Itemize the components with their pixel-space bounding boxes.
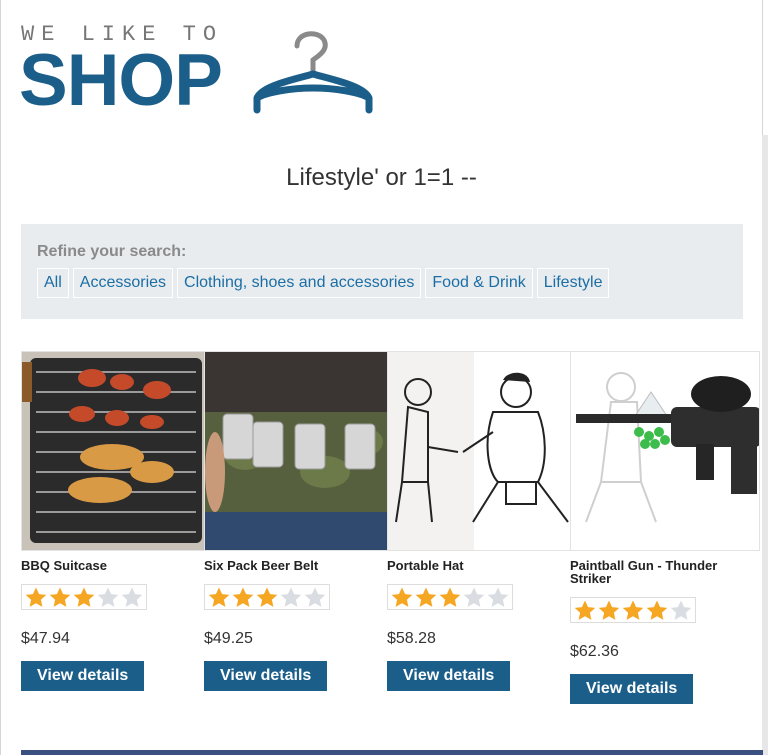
rating-stars xyxy=(204,584,330,610)
product-price: $49.25 xyxy=(204,630,253,647)
filter-lifestyle[interactable]: Lifestyle xyxy=(536,268,610,298)
product-image[interactable] xyxy=(204,351,388,551)
product-name[interactable]: Paintball Gun - Thunder Striker xyxy=(570,559,760,585)
star-filled-icon xyxy=(646,600,668,620)
star-filled-icon xyxy=(598,600,620,620)
view-details-button[interactable]: View details xyxy=(21,661,145,691)
product-image[interactable] xyxy=(387,351,571,551)
view-details-button[interactable]: View details xyxy=(204,661,328,691)
star-empty-icon xyxy=(304,587,326,607)
star-filled-icon xyxy=(415,587,437,607)
product-name[interactable]: Portable Hat xyxy=(387,559,571,572)
star-empty-icon xyxy=(463,587,485,607)
filter-all[interactable]: All xyxy=(37,268,69,298)
rating-stars xyxy=(387,584,513,610)
star-filled-icon xyxy=(208,587,230,607)
filter-food-drink[interactable]: Food & Drink xyxy=(425,268,533,298)
star-filled-icon xyxy=(232,587,254,607)
product-price: $58.28 xyxy=(387,630,436,647)
product-image[interactable] xyxy=(570,351,760,551)
product-name[interactable]: Six Pack Beer Belt xyxy=(204,559,388,572)
view-details-button[interactable]: View details xyxy=(387,661,511,691)
star-filled-icon xyxy=(391,587,413,607)
star-filled-icon xyxy=(25,587,47,607)
product-card: BBQ Suitcase $47.94 View details xyxy=(21,351,205,691)
star-filled-icon xyxy=(622,600,644,620)
star-empty-icon xyxy=(670,600,692,620)
product-price: $62.36 xyxy=(570,643,619,660)
star-empty-icon xyxy=(280,587,302,607)
hanger-icon xyxy=(253,31,373,114)
star-empty-icon xyxy=(121,587,143,607)
scrollbar[interactable] xyxy=(762,135,768,755)
star-filled-icon xyxy=(256,587,278,607)
logo-wordmark[interactable]: SHOP xyxy=(19,44,223,117)
rating-stars xyxy=(21,584,147,610)
star-filled-icon xyxy=(73,587,95,607)
star-filled-icon xyxy=(574,600,596,620)
refine-panel: Refine your search: All Accessories Clot… xyxy=(21,224,743,319)
star-filled-icon xyxy=(49,587,71,607)
next-row-preview xyxy=(21,750,763,755)
filter-clothing[interactable]: Clothing, shoes and accessories xyxy=(177,268,422,298)
refine-label: Refine your search: xyxy=(37,243,187,260)
star-empty-icon xyxy=(487,587,509,607)
filter-accessories[interactable]: Accessories xyxy=(72,268,174,298)
star-empty-icon xyxy=(97,587,119,607)
filter-list: All Accessories Clothing, shoes and acce… xyxy=(37,268,610,298)
product-card: Portable Hat $58.28 View details xyxy=(387,351,571,691)
view-details-button[interactable]: View details xyxy=(570,674,694,704)
product-card: Six Pack Beer Belt $49.25 View details xyxy=(204,351,388,691)
star-filled-icon xyxy=(439,587,461,607)
rating-stars xyxy=(570,597,696,623)
search-title: Lifestyle' or 1=1 -- xyxy=(286,164,477,191)
product-card: Paintball Gun - Thunder Striker $62.36 V… xyxy=(570,351,760,704)
product-name[interactable]: BBQ Suitcase xyxy=(21,559,205,572)
product-image[interactable] xyxy=(21,351,205,551)
product-price: $47.94 xyxy=(21,630,70,647)
